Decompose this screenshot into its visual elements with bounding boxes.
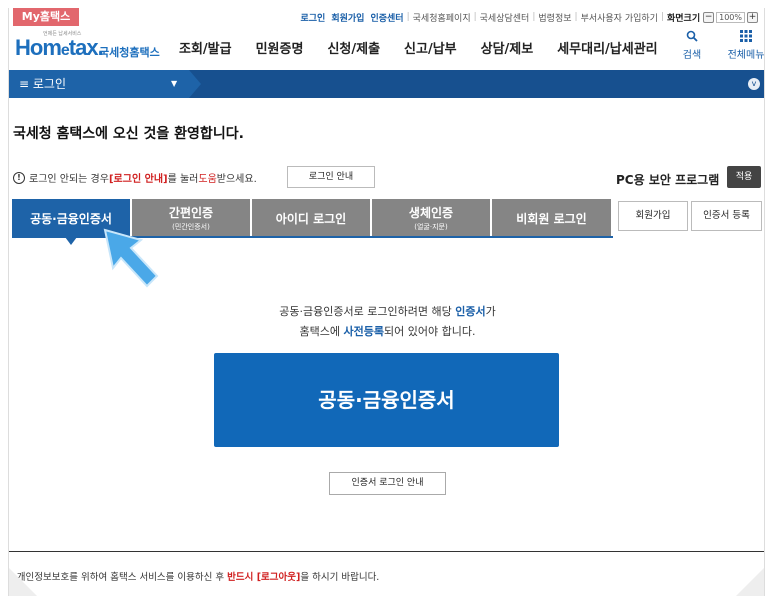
zoom-value: 100% <box>716 11 745 23</box>
logout-notice: * 개인정보보호를 위하여 홈택스 서비스를 이용하신 후 반드시 [로그아웃]… <box>9 572 380 583</box>
logo-korean: 국세청홈택스 <box>99 46 160 59</box>
location-bar: ≡ 로그인 ▼ v <box>9 70 764 98</box>
pointer-arrow-icon <box>103 228 159 288</box>
util-link-consult[interactable]: 국세상담센터 <box>480 11 530 24</box>
tab-id-login[interactable]: 아이디 로그인 <box>252 199 372 237</box>
active-tab-pointer <box>65 237 77 245</box>
zoom-label: 화면크기 <box>667 13 701 24</box>
search-label: 검색 <box>682 50 702 61</box>
util-link-law[interactable]: 법령정보 <box>538 11 571 24</box>
util-link-cert-center[interactable]: 인증센터 <box>370 11 403 24</box>
cert-description: 공동·금융인증서로 로그인하려면 해당 인증서가 홈택스에 사전등록되어 있어야… <box>279 305 496 338</box>
header-icons: 검색 전체메뉴 <box>672 30 765 61</box>
apply-security-button[interactable]: 적용 <box>727 166 761 188</box>
menu-certificates[interactable]: 민원증명 <box>256 38 304 57</box>
tab-biometric[interactable]: 생체인증 (얼굴·지문) <box>372 199 492 237</box>
menu-tax-agent[interactable]: 세무대리/납세관리 <box>557 38 657 57</box>
zoom-out-button[interactable]: − <box>703 11 715 23</box>
menu-consult[interactable]: 상담/제보 <box>481 38 534 57</box>
main-menu: 조회/발급 민원증명 신청/제출 신고/납부 상담/제보 세무대리/납세관리 <box>179 38 658 57</box>
tab-non-member[interactable]: 비회원 로그인 <box>492 199 613 237</box>
utility-links: 로그인 회원가입 인증센터 | 국세청홈페이지 | 국세상담센터 | 법령정보 | 부서… <box>300 11 758 24</box>
all-menu-label: 전체메뉴 <box>727 50 765 61</box>
corner-decoration-right <box>736 568 764 596</box>
menu-report-pay[interactable]: 신고/납부 <box>404 38 457 57</box>
my-hometax-tab[interactable]: My홈택스 <box>13 8 79 26</box>
location-dropdown[interactable]: ≡ 로그인 <box>9 70 189 98</box>
zoom-in-button[interactable]: + <box>747 11 758 23</box>
divider <box>9 551 764 552</box>
util-link-login[interactable]: 로그인 <box>301 11 326 24</box>
chevron-down-icon[interactable]: v <box>748 78 760 90</box>
pc-security-label: PC용 보안 프로그램 <box>616 173 720 187</box>
info-icon: ! <box>13 171 25 184</box>
page-frame: My홈택스 로그인 회원가입 인증센터 | 국세청홈페이지 | 국세상담센터 | 법령… <box>8 8 765 596</box>
search-icon <box>686 30 698 46</box>
corner-decoration-left <box>9 568 37 596</box>
search-button[interactable]: 검색 <box>672 30 712 61</box>
zoom-control: − 100% + <box>703 11 758 23</box>
cert-login-guide-button[interactable]: 인증서 로그인 안내 <box>329 472 446 495</box>
page-title: 국세청 홈택스에 오신 것을 환영합니다. <box>13 126 244 142</box>
logo-wordmark: Hometax. <box>15 35 104 60</box>
util-link-nts-home[interactable]: 국세청홈페이지 <box>413 11 471 24</box>
all-menu-button[interactable]: 전체메뉴 <box>726 30 765 61</box>
signup-button[interactable]: 회원가입 <box>618 201 688 231</box>
menu-apply[interactable]: 신청/제출 <box>327 38 380 57</box>
grid-menu-icon <box>740 30 752 46</box>
login-guide-button[interactable]: 로그인 안내 <box>287 166 375 188</box>
header: 언제든 납세서비스 Hometax. 국세청홈택스 조회/발급 민원증명 신청/… <box>9 26 765 68</box>
utility-bar: My홈택스 로그인 회원가입 인증센터 | 국세청홈페이지 | 국세상담센터 | 법령… <box>9 8 764 26</box>
util-link-dept-user[interactable]: 부서사용자 가입하기 <box>581 11 658 24</box>
cert-login-button[interactable]: 공동·금융인증서 <box>214 353 559 447</box>
cert-register-button[interactable]: 인증서 등록 <box>691 201 762 231</box>
menu-inquiry[interactable]: 조회/발급 <box>179 38 232 57</box>
util-link-signup[interactable]: 회원가입 <box>331 11 364 24</box>
login-help-notice: ! 로그인 안되는 경우 [로그인 안내] 를 눌러 도움 받으세요. <box>13 170 257 185</box>
location-arrow-shape <box>189 70 201 98</box>
hometax-logo[interactable]: 언제든 납세서비스 Hometax. 국세청홈택스 <box>15 30 160 66</box>
caret-down-icon: ▼ <box>171 79 178 88</box>
